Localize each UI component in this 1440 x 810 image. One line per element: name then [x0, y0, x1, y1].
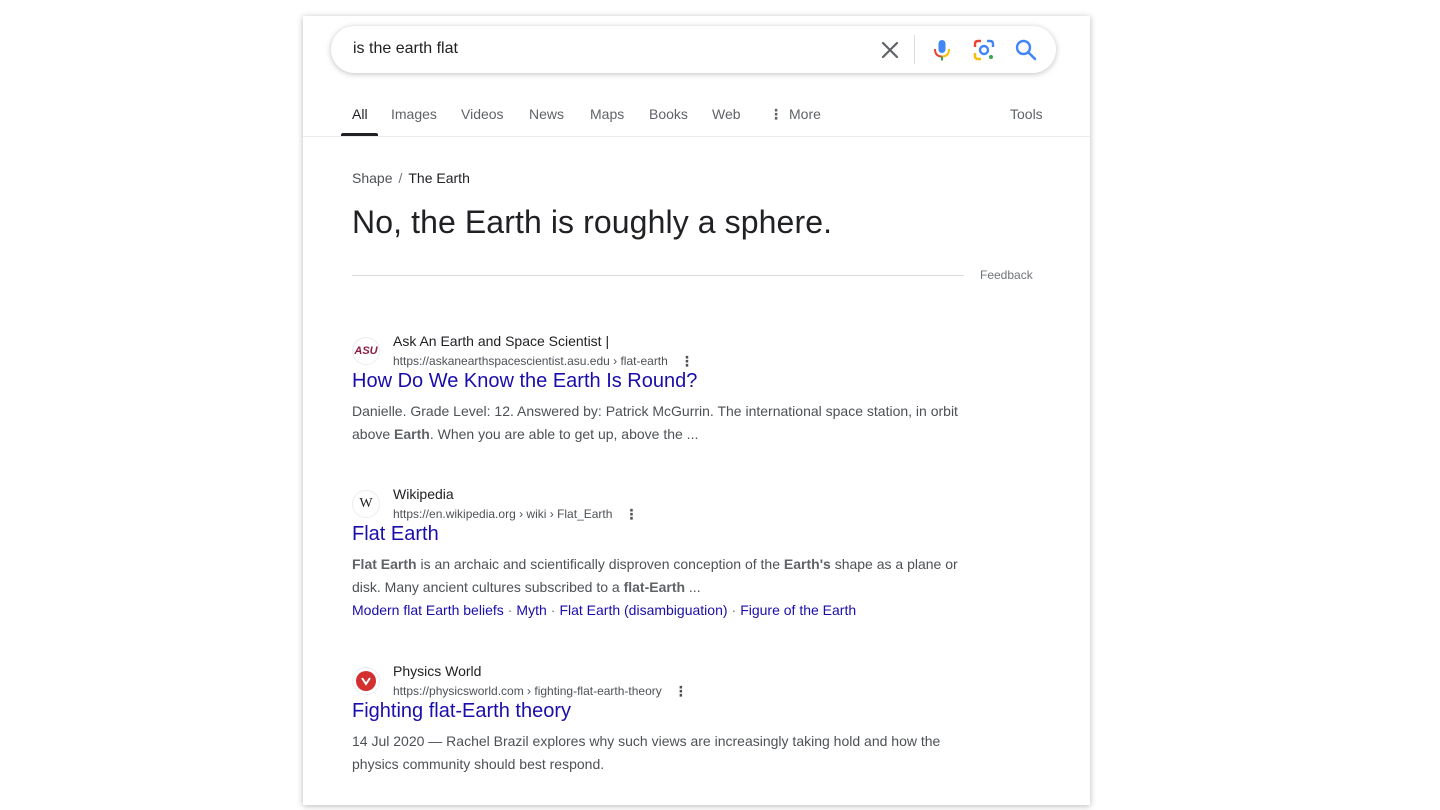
tab-images[interactable]: Images [391, 106, 437, 122]
sitelink[interactable]: Modern flat Earth beliefs [352, 602, 504, 618]
camera-lens-icon[interactable] [971, 37, 997, 63]
tab-videos[interactable]: Videos [461, 106, 504, 122]
more-options-icon[interactable]: ⋮ [674, 683, 688, 700]
sitelink-separator: · [550, 602, 556, 618]
tab-web[interactable]: Web [712, 106, 741, 122]
result-url-text: https://askanearthspacescientist.asu.edu… [393, 354, 668, 368]
result-sitelinks: Modern flat Earth beliefs · Myth · Flat Eart… [352, 602, 856, 618]
physics-world-logo-icon [352, 667, 380, 695]
sitelink[interactable]: Myth [516, 602, 546, 618]
result-url-text: https://en.wikipedia.org › wiki › Flat_E… [393, 507, 613, 521]
result-site-name[interactable]: Wikipedia [393, 486, 454, 502]
search-box[interactable]: is the earth flat [331, 26, 1056, 73]
search-divider [914, 35, 915, 64]
wikipedia-logo-icon: W [352, 490, 380, 518]
sitelink-separator: · [731, 602, 737, 618]
sitelink[interactable]: Flat Earth (disambiguation) [559, 602, 727, 618]
answer-divider [352, 275, 964, 276]
close-icon[interactable] [877, 37, 903, 63]
result-site-name[interactable]: Ask An Earth and Space Scientist | [393, 333, 609, 349]
tab-books[interactable]: Books [649, 106, 688, 122]
result-snippet: Danielle. Grade Level: 12. Answered by: … [352, 403, 958, 442]
more-options-icon[interactable]: ⋮ [680, 353, 694, 370]
tab-more[interactable]: ⋮ More [769, 106, 821, 123]
result-title[interactable]: Fighting flat-Earth theory [352, 700, 571, 723]
feedback-link[interactable]: Feedback [980, 268, 1033, 282]
search-icon[interactable] [1013, 37, 1039, 63]
tab-news[interactable]: News [529, 106, 564, 122]
featured-answer: No, the Earth is roughly a sphere. [352, 204, 833, 240]
result-title[interactable]: How Do We Know the Earth Is Round? [352, 370, 697, 393]
result-url-text: https://physicsworld.com › fighting-flat… [393, 684, 662, 698]
tab-more-label: More [789, 106, 821, 122]
search-tabs: All Images Videos News Maps Books Web ⋮ M… [303, 102, 1090, 136]
tab-maps[interactable]: Maps [590, 106, 624, 122]
result-site-name[interactable]: Physics World [393, 663, 481, 679]
result-title[interactable]: Flat Earth [352, 523, 439, 546]
tabs-divider [303, 136, 1090, 137]
search-input[interactable]: is the earth flat [353, 40, 458, 58]
breadcrumb-item: The Earth [408, 170, 470, 186]
result-snippet: Flat Earth is an archaic and scientifica… [352, 556, 958, 595]
result-url[interactable]: https://askanearthspacescientist.asu.edu… [393, 353, 694, 370]
tab-all[interactable]: All [352, 106, 368, 122]
asu-logo-icon: ASU [352, 337, 380, 365]
result-url[interactable]: https://en.wikipedia.org › wiki › Flat_E… [393, 506, 638, 523]
result-snippet: 14 Jul 2020 — Rachel Brazil explores why… [352, 733, 941, 772]
sitelink-separator: · [507, 602, 513, 618]
more-options-icon[interactable]: ⋮ [624, 506, 638, 523]
search-results-page: is the earth flat All Images Videos News… [303, 16, 1090, 805]
breadcrumb-item[interactable]: Shape [352, 170, 392, 186]
result-url[interactable]: https://physicsworld.com › fighting-flat… [393, 683, 688, 700]
sitelink[interactable]: Figure of the Earth [740, 602, 856, 618]
answer-breadcrumb: Shape / The Earth [352, 170, 470, 186]
tools-button[interactable]: Tools [1010, 106, 1043, 122]
more-vert-icon: ⋮ [769, 106, 783, 122]
breadcrumb-separator: / [398, 170, 403, 186]
microphone-icon[interactable] [929, 37, 955, 63]
